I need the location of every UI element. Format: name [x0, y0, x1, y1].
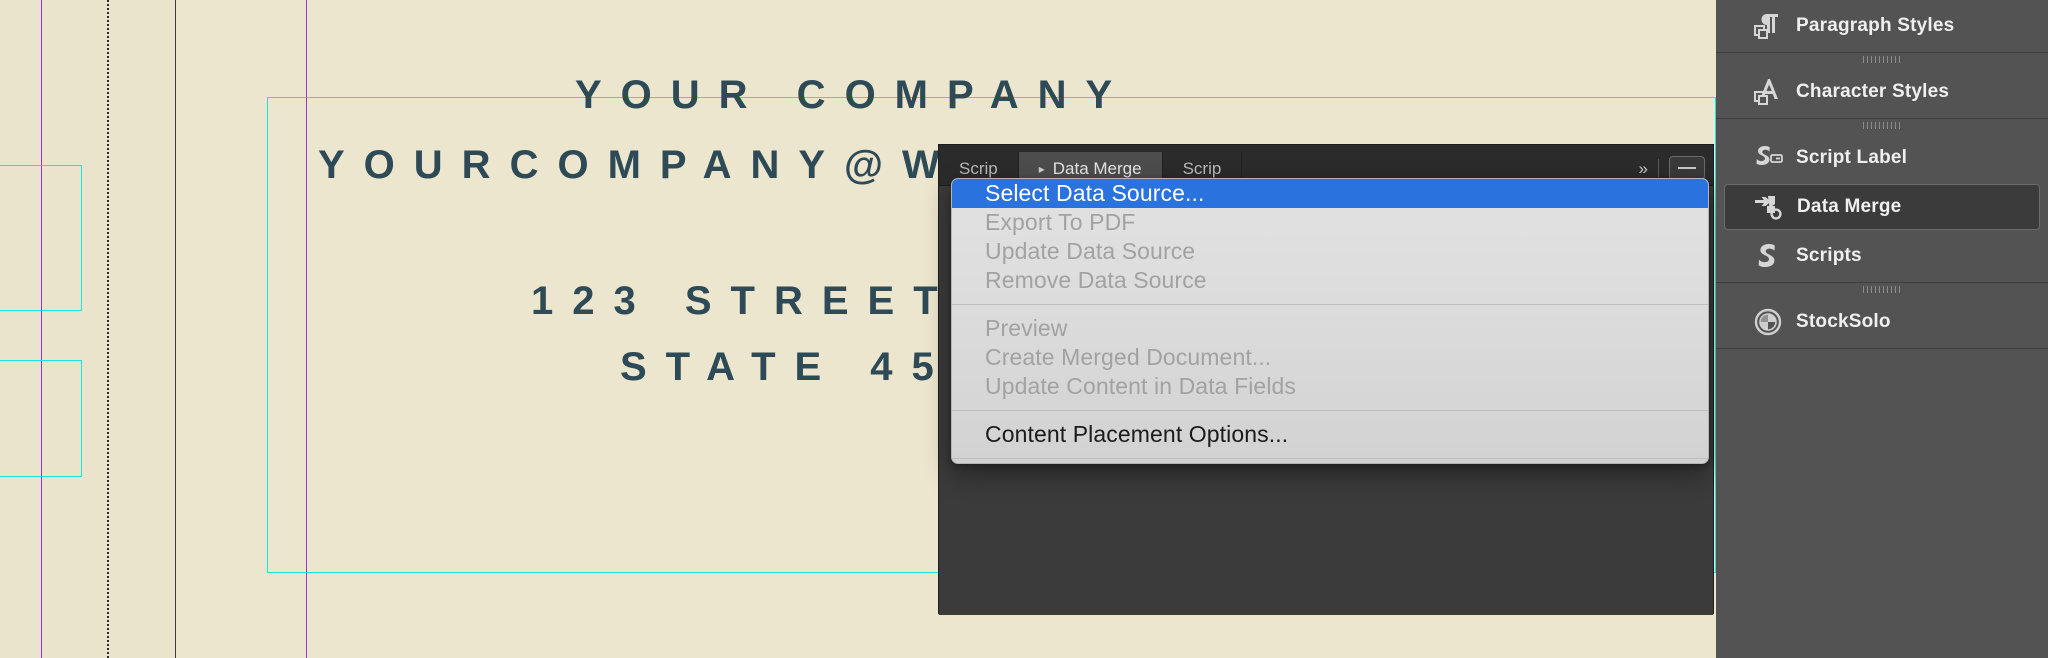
dock-group-paragraph-styles: Paragraph Styles [1716, 3, 2048, 53]
doc-line-company-name[interactable]: YOUR COMPANY [575, 73, 1131, 118]
right-panel-dock[interactable]: Paragraph Styles Character Styles Script… [1716, 0, 2048, 658]
text-frame-left-upper[interactable] [0, 165, 82, 311]
dock-grip-handle[interactable] [1716, 283, 2048, 296]
panel-tools: » [1639, 156, 1705, 180]
menu-separator-2 [952, 410, 1708, 411]
menu-item-select-data-source[interactable]: Select Data Source... [952, 179, 1708, 208]
hamburger-icon [1678, 167, 1696, 169]
script-label-icon [1746, 142, 1790, 174]
dock-item-script-label[interactable]: Script Label [1724, 135, 2040, 181]
page-edge-line [175, 0, 176, 658]
doc-line-email[interactable]: YOURCOMPANY@W [318, 143, 959, 188]
menu-separator-1 [952, 304, 1708, 305]
menu-item-export-to-pdf: Export To PDF [985, 209, 1136, 235]
vertical-guide-1 [41, 0, 42, 658]
dock-item-label: StockSolo [1796, 311, 1891, 332]
panel-tab-label: Data Merge [1052, 158, 1142, 178]
menu-item-content-placement-options[interactable]: Content Placement Options... [952, 420, 1708, 449]
collapse-chevrons-icon[interactable]: » [1639, 160, 1648, 177]
panel-menu-button[interactable] [1669, 156, 1705, 180]
character-styles-icon [1746, 76, 1790, 108]
dock-item-paragraph-styles[interactable]: Paragraph Styles [1724, 3, 2040, 49]
dock-item-label: Data Merge [1797, 196, 1902, 217]
bleed-guide [107, 0, 109, 658]
stocksolo-icon [1746, 306, 1790, 338]
dock-grip-handle[interactable] [1716, 119, 2048, 132]
dock-item-label: Scripts [1796, 245, 1862, 266]
tool-divider [1658, 159, 1659, 177]
application-window: YOUR COMPANY YOURCOMPANY@W 123 STREET ST… [0, 0, 2048, 658]
panel-tab-label: Scrip [959, 158, 998, 178]
dock-group-character-styles: Character Styles [1716, 53, 2048, 119]
doc-line-street[interactable]: 123 STREET [531, 279, 957, 324]
dock-item-label: Script Label [1796, 147, 1908, 168]
menu-item-remove-data-source: Remove Data Source [985, 267, 1207, 293]
menu-separator-3 [952, 458, 1708, 459]
dock-grip-handle[interactable] [1716, 53, 2048, 66]
dock-group-scripting: Script Label Data Merge Scripts [1716, 119, 2048, 283]
dock-item-scripts[interactable]: Scripts [1724, 233, 2040, 279]
dock-group-stocksolo: StockSolo [1716, 283, 2048, 349]
dock-item-data-merge[interactable]: Data Merge [1724, 184, 2040, 230]
dock-item-stocksolo[interactable]: StockSolo [1724, 299, 2040, 345]
dock-empty-area [1716, 349, 2048, 658]
chevron-right-icon: ▸ [1038, 161, 1045, 176]
data-merge-icon [1747, 191, 1791, 223]
menu-item-update-content-in-data-fields: Update Content in Data Fields [985, 373, 1297, 399]
menu-item-preview: Preview [985, 315, 1068, 341]
menu-item-create-merged-document: Create Merged Document... [985, 344, 1272, 370]
scripts-icon [1746, 240, 1790, 272]
text-frame-left-lower[interactable] [0, 360, 82, 477]
dock-item-label: Paragraph Styles [1796, 15, 1955, 36]
menu-item-update-data-source: Update Data Source [985, 238, 1196, 264]
panel-tab-label: Scrip [1182, 158, 1222, 178]
doc-line-city-state[interactable]: STATE 45 [620, 345, 953, 390]
pasteboard [0, 0, 175, 658]
paragraph-styles-icon [1746, 10, 1790, 42]
dock-item-character-styles[interactable]: Character Styles [1724, 69, 2040, 115]
panel-flyout-menu[interactable]: Select Data Source... Export To PDF Upda… [951, 178, 1709, 464]
dock-item-label: Character Styles [1796, 81, 1950, 102]
